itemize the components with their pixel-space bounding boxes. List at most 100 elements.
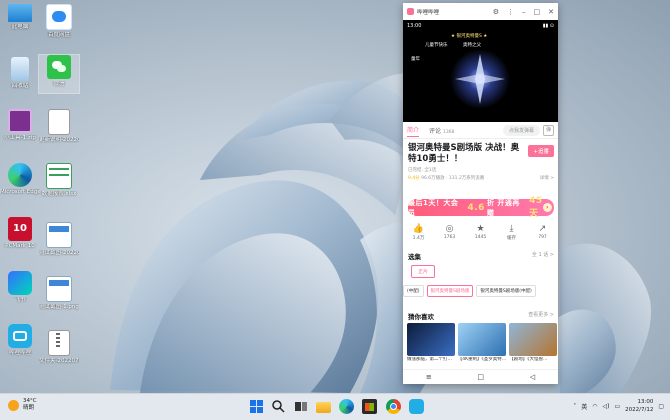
danmaku-comment: 奥特之父 [463, 43, 481, 48]
like-button[interactable]: 👍 1.4万 [408, 224, 430, 241]
recommend-more-link[interactable]: 查看更多 > [528, 311, 554, 318]
episode-item[interactable]: (中配) [403, 285, 424, 297]
desktop-icon-image-1[interactable]: 测试截图-20220712.png [39, 222, 79, 257]
tab-intro[interactable]: 简介 [407, 125, 420, 137]
maximize-button[interactable]: □ [534, 8, 541, 16]
pin-icon[interactable]: ⋮ [507, 8, 514, 16]
video-title: 银河奥特曼S剧场版 决战！奥特10勇士！！ [408, 143, 520, 164]
chrome-icon[interactable] [386, 399, 401, 414]
desktop-icon-label: 测试截图-1.png [39, 304, 79, 310]
edge-taskbar-icon[interactable] [339, 399, 354, 414]
desktop-icon-this-pc[interactable]: 此电脑 [0, 4, 40, 31]
coin-button[interactable]: ◎ 1763 [439, 224, 461, 241]
desktop-icon-spreadsheet[interactable]: 数据报表.xlsx [39, 163, 79, 198]
start-button[interactable] [249, 399, 264, 414]
action-bar: 👍 1.4万 ◎ 1763 ★ 1445 ⤓ 缓存 ↗ 797 [403, 224, 558, 241]
recommend-card[interactable]: 【剧场】《大怪兽… [509, 323, 557, 363]
close-button[interactable]: ✕ [548, 8, 554, 16]
desktop-icon-label: 微信 [53, 81, 65, 87]
minimize-button[interactable]: – [522, 8, 526, 16]
system-tray: ˄ 英 ◠ ◁) ▭ 13:00 2022/7/12 ▢ [573, 398, 664, 414]
tab-comments[interactable]: 评论 1368 [429, 126, 454, 135]
desktop-icon-recycle-bin[interactable]: 回收站 [0, 57, 40, 90]
video-stats: 9.4分 96.6万播放 · 131.2万系列追番 详情 > [408, 175, 554, 181]
episode-item[interactable]: 银河奥特曼S剧场版 [426, 285, 474, 297]
search-icon[interactable] [271, 399, 286, 414]
episode-item[interactable]: 银河奥特曼S剧场版(中配) [476, 285, 536, 297]
home-nav-icon[interactable]: □ [477, 373, 484, 381]
cache-button[interactable]: ⤓ 缓存 [501, 224, 523, 241]
desktop-icon-label: 数据报表.xlsx [41, 191, 77, 197]
desktop-icon-edge[interactable]: Microsoft Edge [0, 163, 40, 196]
bilibili-app-window: 哔哩哔哩 ⚙ ⋮ – □ ✕ 13:00 ▮▮ ⊙ ★ 银河奥特曼S ★ 儿童节… [403, 3, 558, 384]
bilibili-taskbar-icon[interactable] [409, 399, 424, 414]
clock[interactable]: 13:00 2022/7/12 [625, 398, 653, 414]
favorite-button[interactable]: ★ 1445 [470, 224, 492, 241]
volume-icon[interactable]: ◁) [602, 403, 609, 410]
battery-icon[interactable]: ▭ [614, 403, 620, 410]
danmaku-comment: 儿童节快乐 [425, 43, 448, 48]
video-player[interactable]: 13:00 ▮▮ ⊙ ★ 银河奥特曼S ★ 儿童节快乐 奥特之父 童年 [403, 20, 558, 122]
weather-widget[interactable]: 34°C 晴朗 [8, 398, 37, 412]
file-explorer-icon[interactable] [316, 402, 331, 413]
desktop-icon-label: 哔哩哔哩 [8, 350, 31, 356]
episode-chip[interactable]: 正片 [411, 265, 436, 278]
menu-nav-icon[interactable]: ≡ [426, 373, 432, 381]
desktop-icon-label: 回收站 [11, 83, 29, 89]
window-title: 哔哩哔哩 [417, 9, 440, 16]
status-time: 13:00 [407, 23, 422, 29]
desktop-icon-image-2[interactable]: 测试截图-1.png [39, 276, 79, 311]
share-button[interactable]: ↗ 797 [532, 224, 554, 241]
recommend-card[interactable]: 【4K重制】《圣罗奥特… [457, 323, 507, 363]
clock-time: 13:00 [637, 399, 654, 405]
recommend-card[interactable]: 做涨那脑，第二个打… [407, 323, 455, 363]
share-icon: ↗ [538, 224, 547, 234]
image-file-icon-2 [46, 276, 72, 302]
window-titlebar: 哔哩哔哩 ⚙ ⋮ – □ ✕ [403, 3, 558, 21]
wifi-icon[interactable]: ◠ [592, 403, 597, 410]
desktop-icon-bilibili[interactable]: 哔哩哔哩 [0, 324, 40, 357]
episode-list: (中配) 银河奥特曼S剧场版 银河奥特曼S剧场版(中配) [403, 285, 558, 297]
settings-icon[interactable]: ⚙ [493, 8, 499, 16]
notification-icon[interactable]: ▢ [658, 403, 664, 410]
coin-icon: ◎ [445, 224, 454, 234]
spreadsheet-icon [46, 163, 72, 189]
recommend-header: 查看更多 > 猜你喜欢 [408, 311, 554, 321]
zip-file-icon [8, 109, 32, 133]
favorite-icon: ★ [476, 224, 485, 234]
video-info: 银河奥特曼S剧场版 决战！奥特10勇士！！ +追番 已完结, 全1话 9.4分 … [408, 143, 554, 181]
weather-temp: 34°C [23, 398, 37, 404]
desktop-icon-label: 飞书 [14, 297, 26, 303]
promo-arrow-icon: › [543, 203, 552, 212]
task-view-icon[interactable] [293, 399, 308, 414]
desktop-icon-pcmark[interactable]: 10 PCMark 10 [0, 217, 40, 250]
desktop-icon-label: PCMark 10 [5, 243, 35, 249]
detail-link[interactable]: 详情 > [540, 175, 554, 181]
baidu-netdisk-icon [46, 4, 72, 30]
desktop-icon-feishu[interactable]: 飞书 [0, 271, 40, 304]
wallpaper [110, 73, 651, 393]
weather-desc: 晴朗 [23, 405, 35, 411]
vip-promo-banner[interactable]: 最后1天！大会员 4.6 折 开通再赠 45天 › [408, 196, 554, 219]
pcmark-icon: 10 [8, 217, 32, 241]
episodes-more-link[interactable]: 全 1 话 > [532, 251, 554, 258]
desktop-icon-text-file[interactable]: 更新说明-20220711.txt [39, 109, 79, 144]
follow-button[interactable]: +追番 [528, 145, 554, 157]
ime-indicator[interactable]: 英 [581, 402, 587, 411]
danmaku-input[interactable]: 点我发弹幕 [502, 125, 540, 136]
danmaku-toggle-icon[interactable]: 弹 [543, 125, 554, 136]
taskbar: 34°C 晴朗 ˄ 英 ◠ ◁) ▭ 13:00 2022/7/12 ▢ [0, 393, 670, 420]
store-icon[interactable] [362, 399, 377, 414]
recommend-list: 做涨那脑，第二个打… 【4K重制】《圣罗奥特… 【剧场】《大怪兽… [407, 323, 557, 363]
like-icon: 👍 [412, 224, 425, 234]
desktop-icon-zip[interactable]: 小工具-1.zip [0, 109, 40, 142]
recycle-bin-icon [11, 57, 29, 81]
back-nav-icon[interactable]: ◁ [530, 373, 535, 381]
cache-icon: ⤓ [509, 224, 514, 234]
clock-date: 2022/7/12 [625, 407, 654, 413]
chevron-up-icon[interactable]: ˄ [573, 403, 576, 410]
desktop-icon-wechat[interactable]: 微信 [38, 54, 80, 94]
desktop-icon-label: 测试截图-20220712.png [39, 250, 79, 256]
desktop-icon-baidu-netdisk[interactable]: 百度网盘 [39, 4, 79, 39]
desktop-icon-archive[interactable]: 文件夹-20220712.zip [39, 330, 79, 365]
